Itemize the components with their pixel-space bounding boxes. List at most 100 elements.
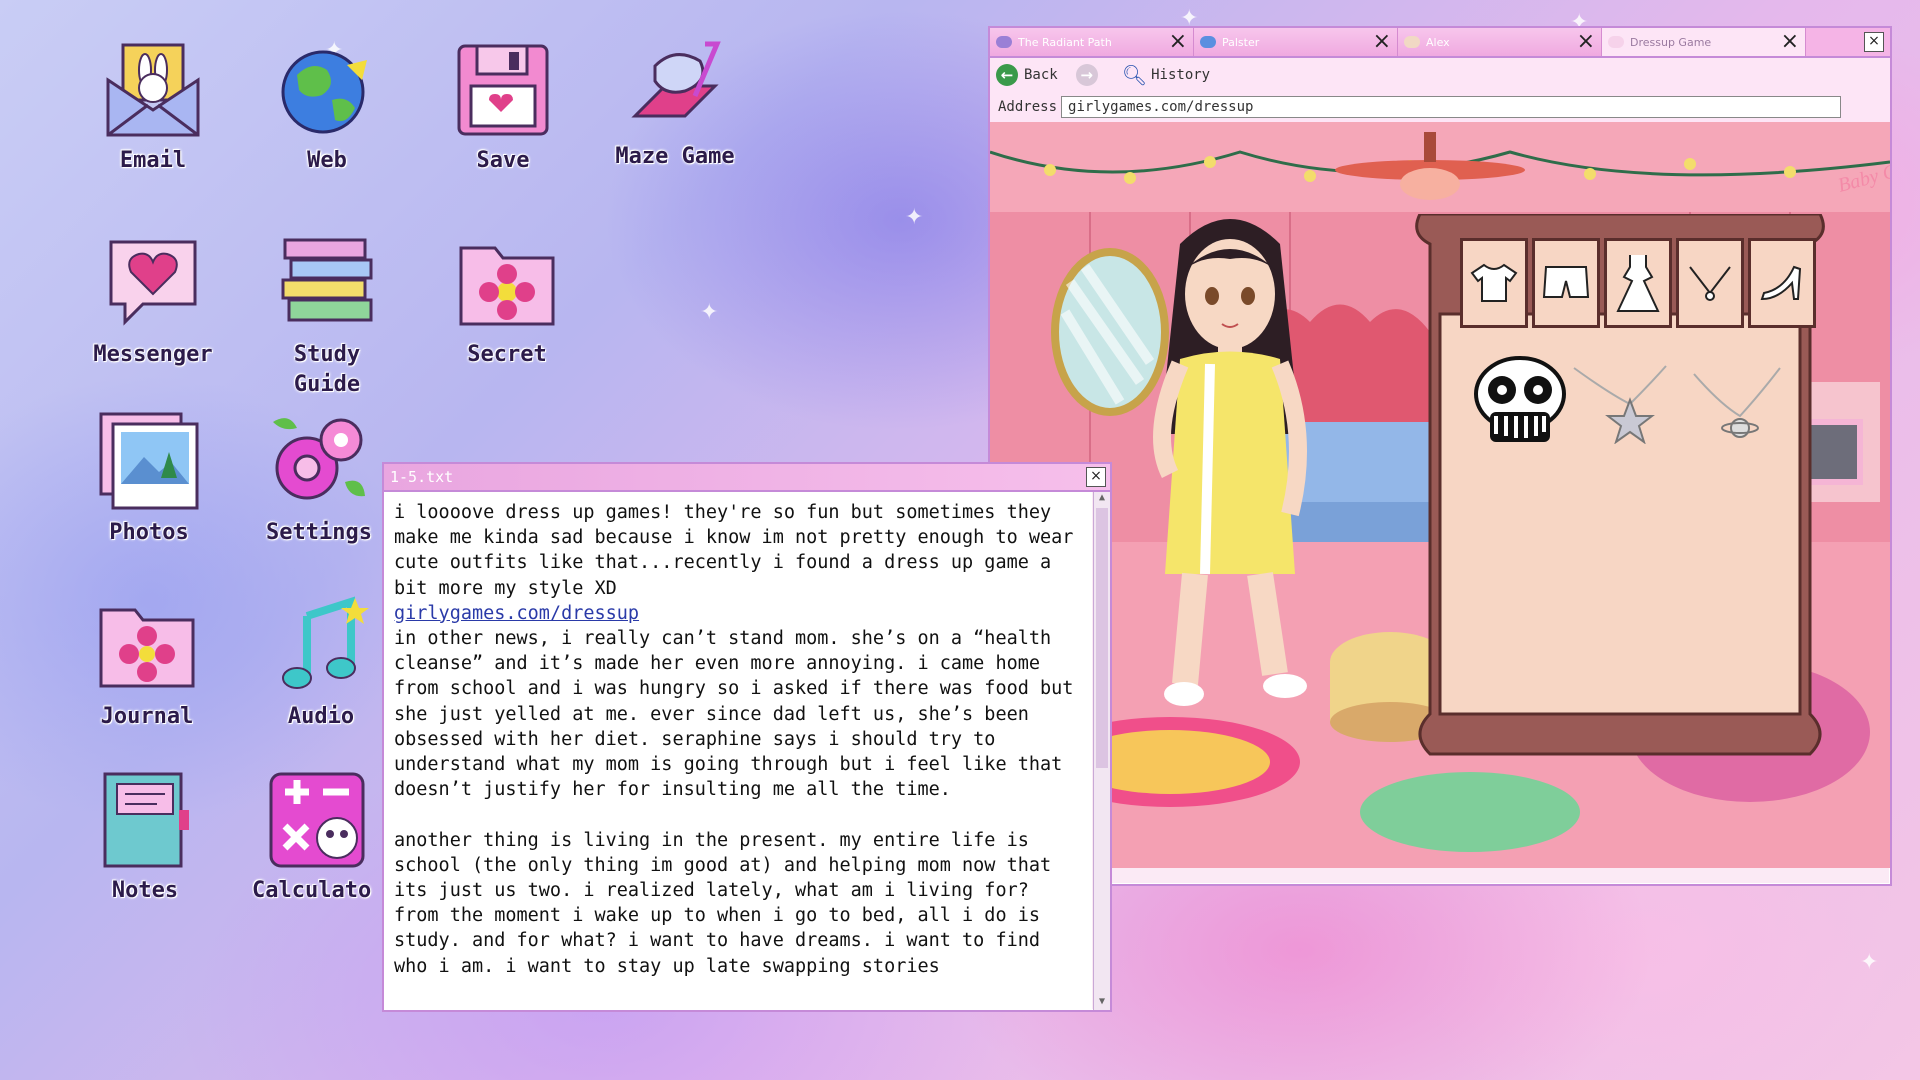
heart-chat-icon (103, 234, 203, 334)
desktop-icon-calculator[interactable]: Calculato (252, 770, 382, 906)
tab-the-radiant-path[interactable]: The Radiant Path × (990, 28, 1194, 56)
music-note-icon (271, 596, 371, 696)
necklace-icon (1689, 266, 1731, 301)
books-icon (277, 234, 377, 334)
scroll-down-icon[interactable]: ▼ (1094, 996, 1110, 1010)
close-tab-icon[interactable]: × (1781, 31, 1799, 53)
dressup-link[interactable]: girlygames.com/dressup (394, 603, 639, 624)
paragraph-3: another thing is living in the present. … (394, 829, 1063, 977)
category-necklace-button[interactable] (1676, 238, 1744, 328)
text-file-window: 1-5.txt × i loooove dress up games! they… (382, 462, 1112, 1012)
desktop-icon-photos[interactable]: Photos (74, 412, 224, 548)
game-controller-icon (625, 36, 725, 136)
desktop-icon-messenger[interactable]: Messenger (78, 234, 228, 370)
category-shoes-button[interactable] (1748, 238, 1816, 328)
skull-mask-item[interactable] (1470, 354, 1570, 454)
category-shirt-button[interactable] (1460, 238, 1528, 328)
magnifier-icon: 🔍︎ (1121, 63, 1148, 87)
paragraph-1: i loooove dress up games! they're so fun… (394, 502, 1085, 599)
address-label: Address (998, 99, 1058, 115)
window-title: 1-5.txt (390, 468, 454, 486)
desktop-icon-email[interactable]: Email (78, 40, 228, 176)
desktop-icon-web[interactable]: Web (252, 40, 402, 176)
desktop-icon-label: Maze Game (615, 144, 735, 169)
category-bar (1460, 238, 1816, 328)
desktop-icon-label: Web (307, 148, 347, 173)
desktop-icon-label: Email (119, 148, 187, 173)
close-tab-icon[interactable]: × (1169, 31, 1187, 53)
back-label: Back (1024, 67, 1058, 83)
sparkle: ✦ (905, 205, 924, 230)
desktop-icon-study-guide[interactable]: Study Guide (252, 234, 402, 400)
desktop-icon-audio[interactable]: Audio (246, 596, 396, 732)
close-tab-icon[interactable]: × (1373, 31, 1391, 53)
tab-favicon (1404, 36, 1420, 48)
address-input[interactable]: girlygames.com/dressup (1061, 96, 1842, 118)
calculator-icon (267, 770, 367, 870)
dressup-character[interactable] (1110, 214, 1370, 734)
paragraph-2: in other news, i really can’t stand mom.… (394, 628, 1085, 801)
tab-title: Palster (1222, 35, 1260, 49)
globe-icon (277, 40, 377, 140)
history-label: History (1151, 67, 1211, 83)
desktop-icon-label: Messenger (93, 342, 213, 367)
tab-title: Dressup Game (1630, 35, 1712, 49)
text-content[interactable]: i loooove dress up games! they're so fun… (384, 492, 1092, 1010)
sparkle: ✦ (700, 300, 719, 325)
desktop-icon-secret[interactable]: Secret (432, 234, 582, 370)
envelope-icon (103, 40, 203, 140)
forward-button[interactable]: → (1075, 64, 1104, 86)
category-dress-button[interactable] (1604, 238, 1672, 328)
photo-icon (99, 412, 199, 512)
tab-title: The Radiant Path (1018, 35, 1112, 49)
browser-window: The Radiant Path × Palster × Alex × Dres… (988, 26, 1892, 886)
tab-bar-filler: × (1806, 28, 1890, 56)
tab-dressup-game[interactable]: Dressup Game × (1602, 28, 1806, 56)
text-window-titlebar[interactable]: 1-5.txt × (384, 464, 1110, 492)
floppy-disk-icon (453, 40, 553, 140)
star-necklace-item[interactable] (1570, 364, 1690, 444)
desktop-icon-label: Settings (266, 520, 372, 545)
sparkle: ✦ (1860, 950, 1879, 975)
close-tab-icon[interactable]: × (1577, 31, 1595, 53)
desktop-icon-label: Calculato (252, 878, 372, 903)
tab-title: Alex (1426, 35, 1450, 49)
back-button[interactable]: ← Back (996, 64, 1058, 86)
desktop-icon-label: Notes (111, 878, 179, 903)
dressup-game-canvas: Baby Girl (990, 122, 1890, 868)
tab-alex[interactable]: Alex × (1398, 28, 1602, 56)
close-window-icon[interactable]: × (1086, 467, 1106, 487)
desktop-icon-label: Journal (100, 704, 194, 729)
tab-bar: The Radiant Path × Palster × Alex × Dres… (990, 28, 1890, 58)
desktop-icon-notes[interactable]: Notes (70, 770, 220, 906)
forward-arrow-icon: → (1075, 64, 1098, 86)
scroll-up-icon[interactable]: ▲ (1094, 492, 1110, 506)
dress-icon (1616, 255, 1660, 312)
tab-palster[interactable]: Palster × (1194, 28, 1398, 56)
desktop-icon-journal[interactable]: Journal (72, 596, 222, 732)
tab-favicon (1200, 36, 1216, 48)
shirt-icon (1470, 263, 1518, 302)
scroll-thumb[interactable] (1096, 508, 1108, 768)
heel-icon (1760, 265, 1802, 301)
desktop-icon-label: Secret (467, 342, 547, 367)
desktop-icon-label: Save (476, 148, 530, 173)
history-button[interactable]: 🔍︎ History (1122, 63, 1210, 87)
close-window-icon[interactable]: × (1864, 32, 1884, 52)
tab-favicon (1608, 36, 1624, 48)
gear-flower-icon (269, 412, 369, 512)
shorts-icon (1542, 266, 1590, 298)
tab-favicon (996, 36, 1012, 48)
desktop-icon-save[interactable]: Save (428, 40, 578, 176)
nav-bar: ← Back → 🔍︎ History (990, 58, 1890, 92)
planet-necklace-item[interactable] (1690, 364, 1790, 454)
category-shorts-button[interactable] (1532, 238, 1600, 328)
vertical-scrollbar[interactable]: ▲ ▼ (1093, 492, 1110, 1010)
desktop-icon-maze-game[interactable]: Maze Game (600, 36, 750, 172)
back-arrow-icon: ← (996, 64, 1018, 86)
wardrobe-panel (1410, 214, 1830, 774)
desktop-icon-label: Photos (109, 520, 189, 545)
desktop-icon-settings[interactable]: Settings (244, 412, 394, 548)
desktop-icon-label: Audio (287, 704, 355, 729)
desktop-icon-label: Study Guide (293, 342, 361, 397)
